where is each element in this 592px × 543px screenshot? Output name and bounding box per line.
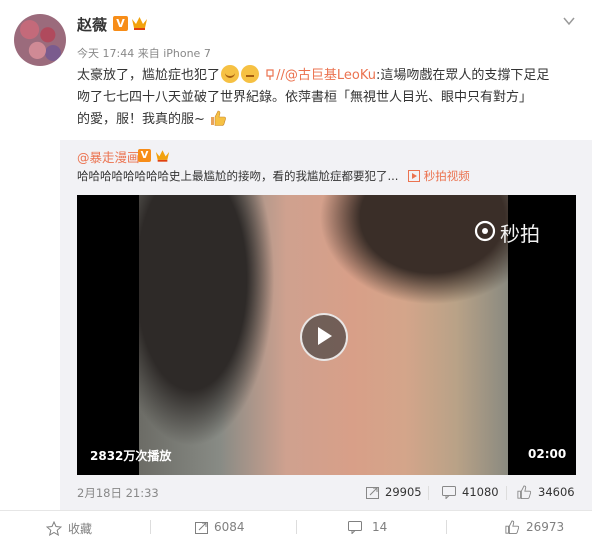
post-content: 太豪放了，尴尬症也犯了 //@古巨基LeoKu:這場吻戲在眾人的支撐下足足 吻了… — [77, 65, 577, 131]
video-duration: 02:00 — [528, 447, 567, 461]
divider — [0, 510, 592, 511]
like-button[interactable]: 26973 — [526, 520, 564, 534]
video-watermark: 秒拍 — [500, 222, 540, 246]
post-meta: 今天 17:44 来自 iPhone 7 — [77, 47, 211, 60]
thumbs-up-icon — [209, 110, 227, 126]
repost-comment-count[interactable]: 41080 — [462, 485, 499, 499]
chevron-down-icon[interactable] — [562, 14, 576, 28]
comment-icon[interactable] — [348, 521, 362, 534]
video-icon — [408, 170, 421, 182]
emoji-icon — [221, 65, 240, 83]
repost-text: 哈哈哈哈哈哈哈哈史上最尴尬的接吻，看的我尴尬症都要犯了... 秒拍视频 — [77, 168, 470, 184]
post-text: 的愛，服！我真的服~ — [77, 112, 205, 127]
play-icon — [318, 327, 332, 345]
repost-date[interactable]: 2月18日 21:33 — [77, 485, 159, 501]
avatar[interactable] — [14, 14, 66, 66]
vip-icon: V — [138, 149, 151, 162]
forward-icon[interactable] — [195, 521, 209, 534]
link-icon — [264, 68, 276, 82]
post-text: 太豪放了，尴尬症也犯了 — [77, 68, 221, 83]
video-link[interactable]: 秒拍视频 — [424, 169, 470, 183]
repost-body: 哈哈哈哈哈哈哈哈史上最尴尬的接吻，看的我尴尬症都要犯了... — [77, 169, 399, 183]
forward-button[interactable]: 6084 — [214, 520, 245, 534]
emoji-icon — [241, 65, 260, 83]
favorite-icon[interactable] — [46, 521, 62, 536]
repost-forward-count[interactable]: 29905 — [385, 485, 422, 499]
miaopai-logo-icon — [474, 220, 496, 242]
comment-button[interactable]: 14 — [372, 520, 387, 534]
like-icon[interactable] — [504, 520, 520, 534]
forward-icon[interactable] — [366, 486, 380, 499]
username[interactable]: 赵薇 — [77, 14, 107, 35]
like-icon[interactable] — [516, 485, 532, 499]
comment-icon[interactable] — [442, 486, 456, 499]
repost-username[interactable]: @暴走漫画 — [77, 147, 140, 166]
post-text: :這場吻戲在眾人的支撐下足足 — [376, 68, 550, 83]
crown-icon — [131, 15, 148, 31]
crown-icon — [155, 148, 170, 163]
view-count: 2832万次播放 — [90, 449, 172, 463]
mention-link[interactable]: //@古巨基LeoKu — [276, 68, 376, 83]
repost-like-count[interactable]: 34606 — [538, 485, 575, 499]
favorite-button[interactable]: 收藏 — [68, 520, 92, 537]
vip-icon: V — [113, 16, 128, 31]
post-text: 吻了七七四十八天並破了世界紀錄。依萍書桓「無視世人目光、眼中只有對方」 — [77, 90, 533, 105]
